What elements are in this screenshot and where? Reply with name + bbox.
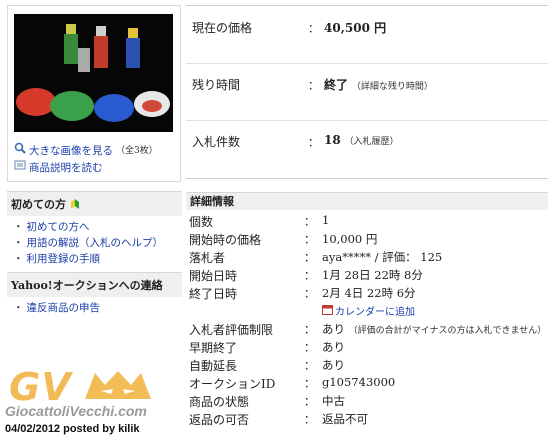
contact-title: Yahoo!オークションへの連絡	[7, 272, 182, 297]
current-price-label: 現在の価格	[192, 21, 253, 35]
colon: ：	[308, 136, 319, 149]
colon: ：	[308, 22, 319, 35]
table-row: 終了日時： 2月 4日 22時 6分	[189, 286, 416, 301]
calendar-icon	[322, 304, 333, 318]
table-row: 個数： 1	[189, 213, 330, 229]
time-left-value: 終了 （詳細な残り時間）	[324, 78, 433, 92]
view-large-image-row[interactable]: 大きな画像を見る （全3枚）	[14, 142, 158, 159]
table-row: 入札者評価制限：あり （評価の合計がマイナスの方は入札できません）	[189, 322, 547, 337]
table-row: 落札者： aya***** / 評価： 125	[189, 250, 443, 265]
add-to-calendar-link[interactable]: カレンダーに追加	[322, 303, 415, 318]
time-left-row: 残り時間 ： 終了 （詳細な残り時間）	[186, 63, 548, 121]
read-description-row[interactable]: 商品説明を読む	[14, 159, 158, 176]
detail-section-title: 詳細情報	[186, 192, 548, 210]
item-photo[interactable]	[14, 14, 173, 132]
magnifier-icon	[14, 142, 26, 159]
time-left-label: 残り時間	[192, 78, 241, 92]
read-description-link[interactable]: 商品説明を読む	[29, 160, 103, 176]
bid-history-link[interactable]: 入札履歴	[354, 137, 390, 147]
rating-limit-note: （評価の合計がマイナスの方は入札できません）	[348, 326, 547, 336]
table-row: オークションID： g105743000	[189, 375, 396, 391]
mask-logo-icon	[85, 371, 151, 399]
posted-by-caption: 04/02/2012 posted by kilik	[5, 423, 140, 435]
beginners-box: 初めての方 ・初めての方へ ・用語の解説（入札のヘルプ） ・利用登録の手順	[7, 191, 182, 267]
current-price-row: 現在の価格 ： 40,500 円	[186, 6, 548, 64]
list-item[interactable]: ・違反商品の申告	[13, 300, 182, 316]
ended-status: 終了	[324, 78, 349, 92]
current-price-value: 40,500 円	[324, 21, 387, 35]
bid-count-value: 18 （入札履歴）	[324, 133, 399, 147]
document-icon	[14, 159, 26, 176]
colon: ：	[308, 79, 319, 92]
thumbnail-panel: 大きな画像を見る （全3枚） 商品説明を読む	[7, 5, 181, 182]
list-item[interactable]: ・用語の解説（入札のヘルプ）	[13, 235, 182, 251]
table-row: 開始日時： 1月 28日 22時 8分	[189, 268, 423, 283]
bid-count-row: 入札件数 ： 18 （入札履歴）	[186, 120, 548, 177]
table-row: 自動延長：あり	[189, 358, 345, 373]
auction-summary: 現在の価格 ： 40,500 円 残り時間 ： 終了 （詳細な残り時間） 入札件…	[186, 5, 548, 179]
watermark-site: GiocattoliVecchi.com	[5, 403, 147, 419]
list-item[interactable]: ・利用登録の手順	[13, 251, 182, 267]
toy-robots-image	[14, 14, 173, 132]
beginners-title: 初めての方	[7, 191, 182, 216]
table-row: 早期終了：あり	[189, 340, 345, 355]
list-item[interactable]: ・初めての方へ	[13, 219, 182, 235]
table-row: 開始時の価格： 10,000 円	[189, 232, 378, 247]
bid-count-label: 入札件数	[192, 135, 241, 149]
detailed-time-link[interactable]: 詳細な残り時間	[361, 82, 424, 92]
contact-box: Yahoo!オークションへの連絡 ・違反商品の申告	[7, 272, 182, 316]
table-row: 商品の状態：中古	[189, 394, 345, 409]
view-large-image-link[interactable]: 大きな画像を見る	[29, 143, 113, 159]
table-row: 返品の可否：返品不可	[189, 412, 368, 427]
image-count-note: （全3枚）	[116, 145, 158, 156]
watermark: GV GiocattoliVecchi.com 04/02/2012 poste…	[5, 365, 185, 439]
beginner-mark-icon	[70, 198, 80, 211]
